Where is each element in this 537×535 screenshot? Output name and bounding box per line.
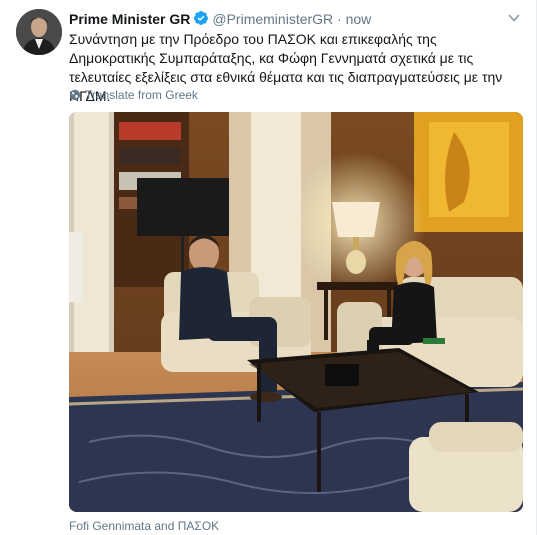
media-caption[interactable]: Fofi Gennimata and ΠΑΣΟΚ: [69, 518, 219, 534]
tweet-photo[interactable]: [69, 112, 523, 512]
timestamp[interactable]: now: [346, 11, 372, 27]
tweet-header: Prime Minister GR @PrimeministerGR · now: [69, 9, 512, 29]
translate-label[interactable]: Translate from Greek: [85, 87, 198, 103]
author-handle[interactable]: @PrimeministerGR: [212, 11, 333, 27]
verified-badge-icon: [194, 11, 209, 25]
globe-icon: [69, 89, 81, 101]
tweet-card[interactable]: Prime Minister GR @PrimeministerGR · now …: [0, 0, 537, 535]
header-separator: ·: [337, 11, 342, 27]
author-name[interactable]: Prime Minister GR: [69, 11, 190, 27]
avatar[interactable]: [16, 9, 62, 55]
chevron-down-icon[interactable]: [508, 12, 520, 24]
translate-link[interactable]: Translate from Greek: [69, 87, 198, 103]
